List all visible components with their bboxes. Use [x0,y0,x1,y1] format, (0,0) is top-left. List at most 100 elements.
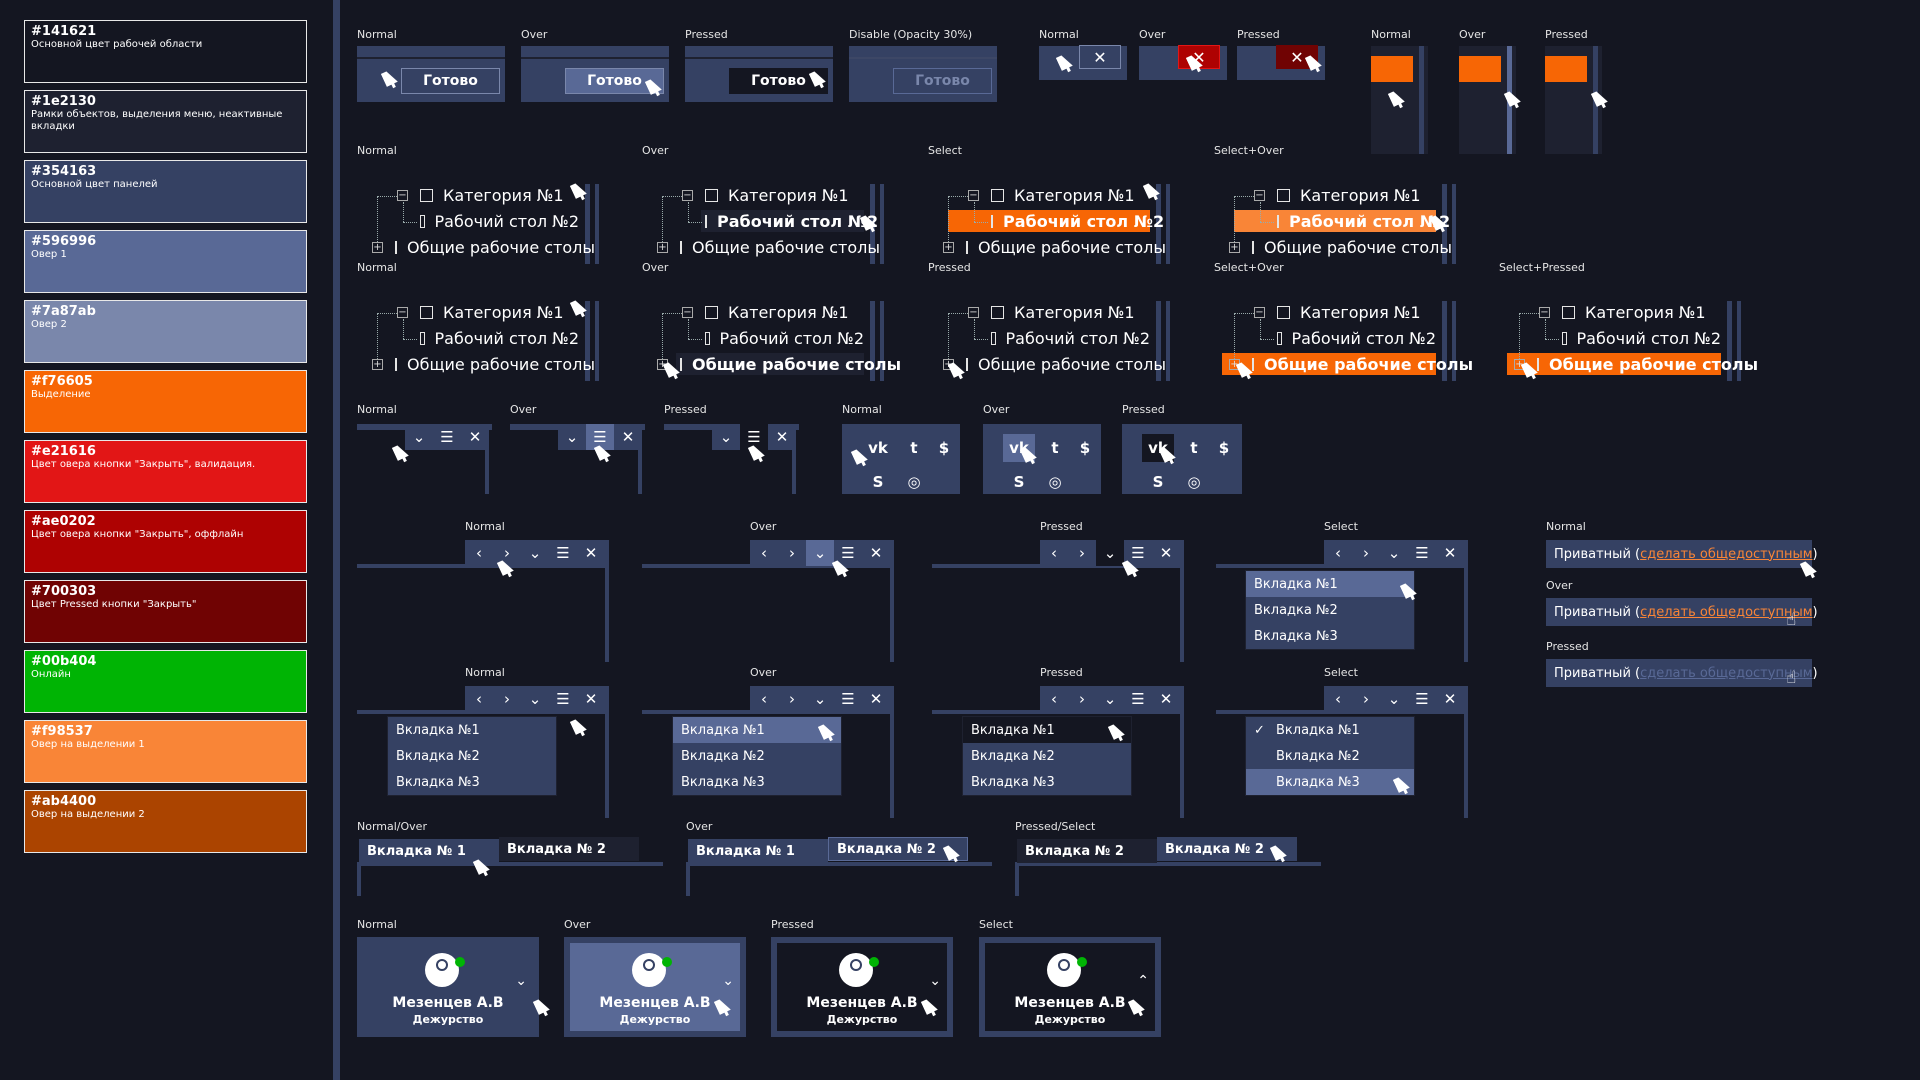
menu-icon[interactable]: ☰ [1124,686,1152,712]
chevron-right-icon[interactable]: › [1068,540,1096,566]
chevron-down-icon[interactable]: ⌄ [1380,686,1408,712]
chevron-down-icon[interactable]: ⌄ [712,424,740,450]
dropdown-item[interactable]: Вкладка №3 [1246,623,1414,649]
twitter-icon[interactable]: t [898,434,930,462]
checkbox-icon[interactable] [420,305,433,319]
checkbox-icon[interactable] [705,214,707,228]
close-button[interactable]: ✕ [1079,45,1121,69]
tree-item[interactable]: Категория №1 [416,301,579,323]
expand-icon[interactable]: + [1229,242,1240,253]
twitter-icon[interactable]: t [1039,434,1071,462]
user-card[interactable]: Мезенцев А.В Дежурство ⌄ [564,937,746,1037]
chevron-down-icon[interactable]: ⌄ [521,686,549,712]
checkbox-icon[interactable] [1252,240,1254,254]
close-icon[interactable]: ✕ [577,686,605,712]
skype-icon[interactable]: S [1003,468,1035,494]
chevron-down-icon[interactable]: ⌄ [929,973,941,989]
checkbox-icon[interactable] [705,305,718,319]
expand-icon[interactable]: + [372,242,383,253]
checkbox-icon[interactable] [680,240,682,254]
chevron-left-icon[interactable]: ‹ [750,540,778,566]
dollar-icon[interactable]: $ [1214,434,1234,462]
menu-icon[interactable]: ☰ [1408,540,1436,566]
dropdown-item[interactable]: Вкладка №3 [388,769,556,795]
close-icon[interactable]: ✕ [1152,540,1180,566]
skype-icon[interactable]: S [1142,468,1174,494]
github-icon[interactable]: ◎ [1039,468,1071,494]
tab-item[interactable]: Вкладка № 2 [499,837,639,861]
close-icon[interactable]: ✕ [862,540,890,566]
chevron-right-icon[interactable]: › [1352,686,1380,712]
done-button-disabled[interactable]: Готово [893,68,992,94]
dropdown-item[interactable]: Вкладка №2 [673,743,841,769]
github-icon[interactable]: ◎ [898,468,930,494]
chevron-up-icon[interactable]: ⌃ [1137,973,1149,989]
dropdown-item[interactable]: Вкладка №3 [1246,769,1414,795]
selection-block[interactable] [1459,56,1501,82]
dropdown-item[interactable]: Вкладка №3 [673,769,841,795]
chevron-down-icon[interactable]: ⌄ [1096,540,1124,566]
checkbox-icon[interactable] [1252,357,1254,371]
collapse-icon[interactable]: − [968,307,979,318]
checkbox-icon[interactable] [1277,331,1282,345]
checkbox-icon[interactable] [1277,188,1290,202]
chevron-left-icon[interactable]: ‹ [1324,686,1352,712]
tree-item[interactable]: Категория №1 [987,301,1150,323]
menu-icon[interactable]: ☰ [834,686,862,712]
menu-icon[interactable]: ☰ [549,686,577,712]
chevron-down-icon[interactable]: ⌄ [1096,686,1124,712]
collapse-icon[interactable]: − [397,190,408,201]
checkbox-icon[interactable] [395,240,397,254]
dropdown-item[interactable]: ✓ Вкладка №1 [1246,717,1414,743]
selection-block[interactable] [1545,56,1587,82]
dropdown-item[interactable]: Вкладка №1 [388,717,556,743]
tree-item[interactable]: Рабочий стол №2 [416,210,579,232]
checkbox-icon[interactable] [991,188,1004,202]
tree-item[interactable]: Рабочий стол №2 [701,210,878,232]
checkbox-icon[interactable] [991,305,1004,319]
checkbox-icon[interactable] [420,214,425,228]
tree-item[interactable]: Рабочий стол №2 [701,327,864,349]
checkbox-icon[interactable] [420,331,425,345]
tree-item[interactable]: Категория №1 [701,184,864,206]
user-card[interactable]: Мезенцев А.В Дежурство ⌄ [357,937,539,1037]
collapse-icon[interactable]: − [397,307,408,318]
tree-item[interactable]: Категория №1 [1558,301,1721,323]
menu-icon[interactable]: ☰ [1408,686,1436,712]
chevron-down-icon[interactable]: ⌄ [806,686,834,712]
user-card[interactable]: Мезенцев А.В Дежурство ⌃ [979,937,1161,1037]
checkbox-icon[interactable] [395,357,397,371]
dropdown-item[interactable]: Вкладка №1 [1246,571,1414,597]
collapse-icon[interactable]: − [1254,190,1265,201]
dollar-icon[interactable]: $ [1075,434,1095,462]
github-icon[interactable]: ◎ [1178,468,1210,494]
checkbox-icon[interactable] [1562,331,1567,345]
chevron-right-icon[interactable]: › [1352,540,1380,566]
collapse-icon[interactable]: − [1254,307,1265,318]
collapse-icon[interactable]: − [968,190,979,201]
dropdown-item[interactable]: Вкладка №3 [963,769,1131,795]
close-icon[interactable]: ✕ [614,424,642,450]
checkbox-icon[interactable] [966,240,968,254]
chevron-right-icon[interactable]: › [1068,686,1096,712]
collapse-icon[interactable]: − [1539,307,1550,318]
chevron-down-icon[interactable]: ⌄ [521,540,549,566]
tree-item[interactable]: Рабочий стол №2 [987,327,1150,349]
menu-icon[interactable]: ☰ [549,540,577,566]
dropdown-item[interactable]: Вкладка №1 [673,717,841,743]
close-icon[interactable]: ✕ [1152,686,1180,712]
chevron-down-icon[interactable]: ⌄ [806,540,834,566]
collapse-icon[interactable]: − [682,190,693,201]
chevron-down-icon[interactable]: ⌄ [405,424,433,450]
tree-item[interactable]: Категория №1 [1273,184,1436,206]
close-icon[interactable]: ✕ [577,540,605,566]
selection-block[interactable] [1371,56,1413,82]
dropdown-item[interactable]: Вкладка №1 [963,717,1131,743]
close-icon[interactable]: ✕ [1436,686,1464,712]
close-icon[interactable]: ✕ [1436,540,1464,566]
scrollbar[interactable] [1419,46,1424,154]
collapse-icon[interactable]: − [682,307,693,318]
close-icon[interactable]: ✕ [768,424,796,450]
tree-item[interactable]: Рабочий стол №2 [1558,327,1721,349]
chevron-left-icon[interactable]: ‹ [1324,540,1352,566]
